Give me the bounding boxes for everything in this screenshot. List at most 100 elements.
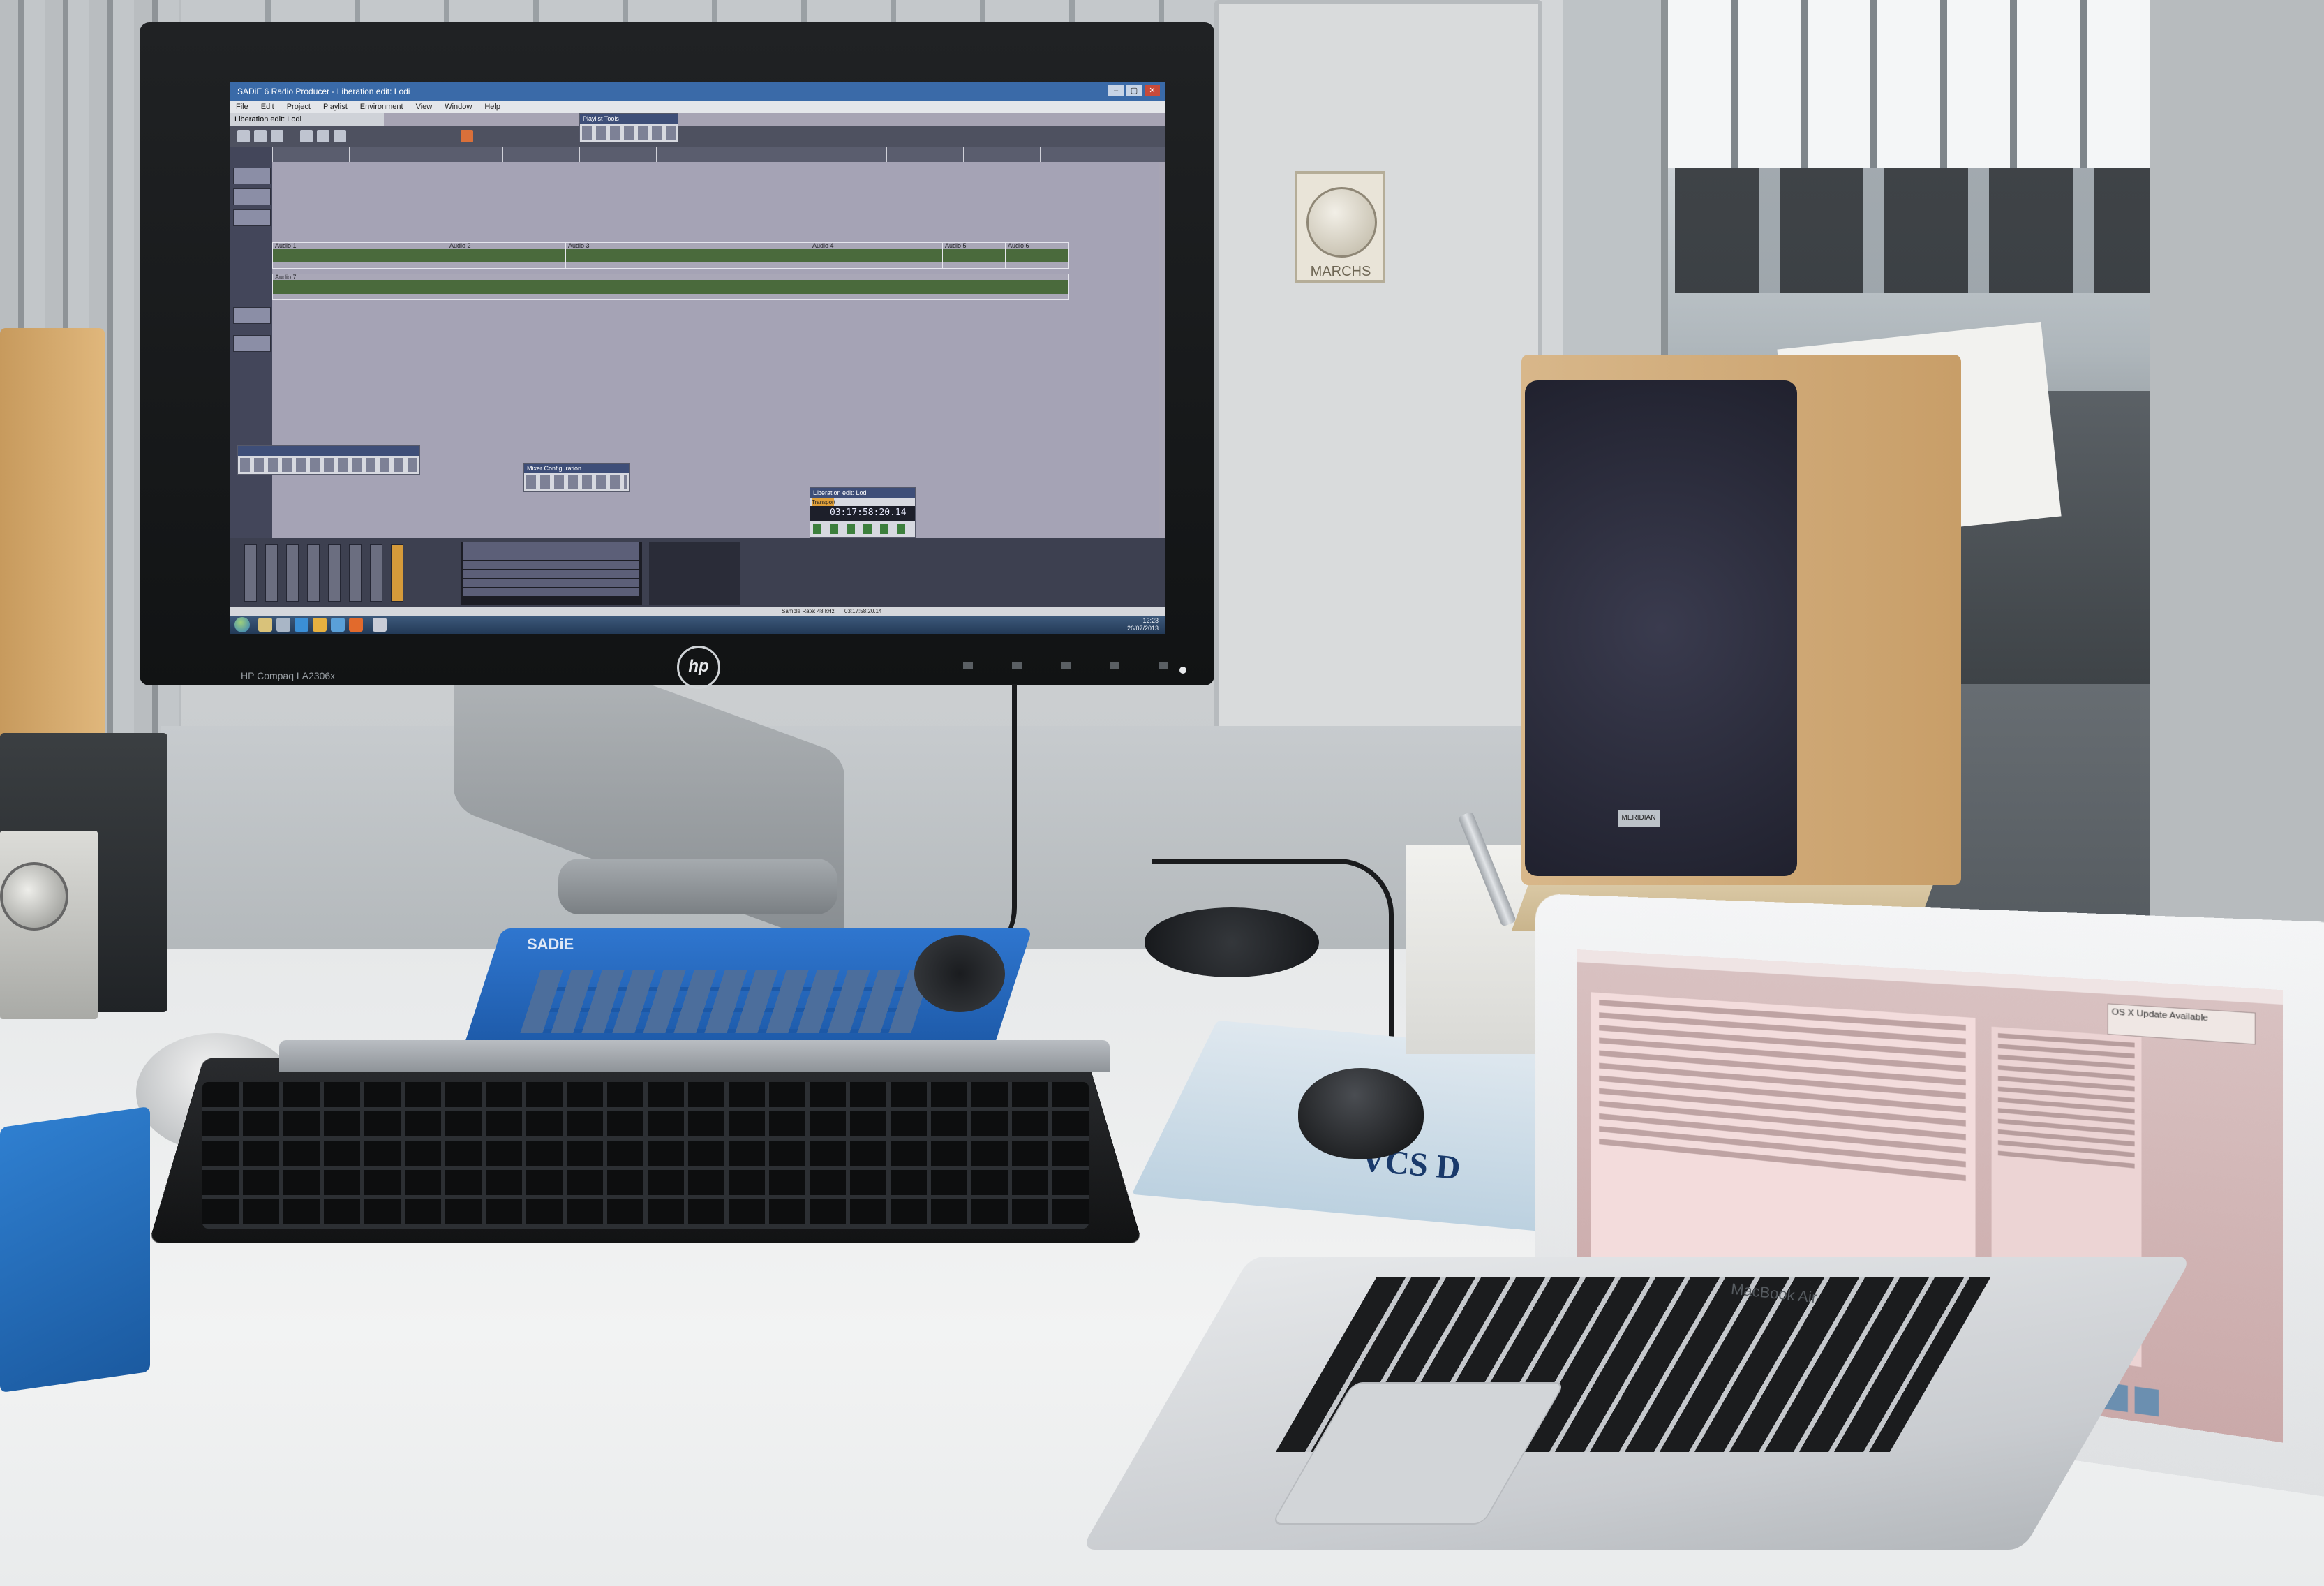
menu-playlist[interactable]: Playlist [323, 101, 348, 113]
audio-clip[interactable]: Audio 7 [272, 274, 1069, 300]
transport-tab[interactable]: Transport [812, 498, 835, 506]
audio-clip[interactable]: Audio 1 [272, 242, 448, 269]
media-icon[interactable] [276, 618, 290, 632]
firefox-icon[interactable] [349, 618, 363, 632]
monitor-model-label: HP Compaq LA2306x [241, 670, 336, 681]
menu-environment[interactable]: Environment [360, 101, 403, 113]
project-tab[interactable]: Liberation edit: Lodi [230, 113, 384, 126]
fader[interactable] [286, 544, 299, 602]
tool-icon[interactable] [237, 130, 250, 142]
track-headers [230, 147, 272, 538]
track-header[interactable] [233, 188, 271, 205]
folder-icon[interactable] [258, 618, 272, 632]
menu-file[interactable]: File [236, 101, 248, 113]
fader[interactable] [349, 544, 362, 602]
switch-knob [1306, 187, 1377, 258]
tool-icon[interactable] [300, 130, 313, 142]
monitor-base [558, 859, 837, 914]
panel-title: Mixer Configuration [524, 464, 629, 473]
monitor-buttons[interactable] [963, 662, 1172, 669]
status-time: 03:17:58:20.14 [844, 608, 882, 614]
amplifier-knob [0, 862, 68, 931]
door-panel [1214, 0, 1542, 733]
transport-panel: Liberation edit: Lodi Transport 03:17:58… [810, 487, 916, 538]
cut-icon[interactable] [461, 130, 473, 142]
menu-bar: File Edit Project Playlist Environment V… [230, 101, 1165, 113]
app-title: SADiE 6 Radio Producer - Liberation edit… [237, 87, 410, 96]
fader[interactable] [307, 544, 320, 602]
transport-buttons[interactable] [813, 524, 911, 534]
monitor-screen: SADiE 6 Radio Producer - Liberation edit… [230, 82, 1165, 634]
track-header[interactable] [233, 307, 271, 324]
audio-clip[interactable]: Audio 4 [810, 242, 944, 269]
window-controls: – ▢ ✕ [1108, 85, 1160, 96]
playlist-tools-panel: Playlist Tools [579, 113, 678, 142]
office-ceiling [1668, 0, 2150, 168]
maximize-button[interactable]: ▢ [1126, 85, 1142, 96]
file-list[interactable] [461, 542, 642, 605]
panel-title [238, 446, 419, 456]
fader[interactable] [244, 544, 257, 602]
left-console [0, 1106, 150, 1393]
menu-view[interactable]: View [416, 101, 433, 113]
tool-icon[interactable] [317, 130, 329, 142]
audio-clip[interactable]: Audio 6 [1005, 242, 1069, 269]
keyboard-top-strip [279, 1040, 1110, 1072]
ie-icon[interactable] [295, 618, 308, 632]
audio-clip[interactable]: Audio 3 [565, 242, 811, 269]
power-led-icon [1179, 667, 1186, 674]
fader[interactable] [328, 544, 341, 602]
speaker-grille [1525, 380, 1797, 876]
track-header[interactable] [233, 168, 271, 184]
mixer-configuration-panel: Mixer Configuration [523, 463, 630, 492]
hp-logo: hp [677, 646, 720, 689]
windows-start-icon[interactable] [234, 617, 250, 632]
explorer-icon[interactable] [313, 618, 327, 632]
toolbar [230, 126, 1165, 147]
tool-icon[interactable] [271, 130, 283, 142]
controller-label: SADiE [527, 935, 574, 953]
menu-window[interactable]: Window [445, 101, 472, 113]
timeline-ruler[interactable] [272, 147, 1165, 162]
office-monitors [1675, 168, 2150, 293]
taskbar: 12:23 26/07/2013 [230, 616, 1165, 634]
track-header[interactable] [233, 209, 271, 226]
app-titlebar: SADiE 6 Radio Producer - Liberation edit… [230, 82, 1165, 101]
minimize-button[interactable]: – [1108, 85, 1124, 96]
menu-help[interactable]: Help [484, 101, 500, 113]
audio-clip[interactable]: Audio 5 [942, 242, 1006, 269]
panel-title: Playlist Tools [580, 114, 678, 124]
sample-rate: Sample Rate: 48 kHz [782, 608, 835, 614]
clock-date: 26/07/2013 [1126, 625, 1159, 632]
track-header[interactable] [233, 335, 271, 352]
transport-title: Liberation edit: Lodi [810, 488, 915, 498]
keyboard-keys [202, 1082, 1089, 1229]
bin-list[interactable] [649, 542, 740, 605]
edit-area[interactable]: Audio 1 Audio 2 Audio 3 Audio 4 Audio 5 … [272, 162, 1159, 553]
app-icon[interactable] [331, 618, 345, 632]
panel-icons[interactable] [582, 126, 676, 140]
transport-time: 03:17:58:20.14 [830, 507, 907, 518]
status-bar: Sample Rate: 48 kHz 03:17:58:20.14 [230, 607, 1165, 616]
controller-keys [520, 970, 932, 1033]
switch-brand: MARCHS [1310, 264, 1371, 279]
audio-clip[interactable]: Audio 2 [447, 242, 567, 269]
tool-icon[interactable] [254, 130, 267, 142]
sadie-icon[interactable] [373, 618, 387, 632]
left-speaker [0, 328, 105, 775]
menu-project[interactable]: Project [287, 101, 311, 113]
clock-time: 12:23 [1142, 617, 1159, 624]
cable [928, 684, 1017, 963]
tools-panel [237, 445, 420, 475]
panel-icons[interactable] [526, 475, 627, 489]
fader[interactable] [370, 544, 382, 602]
system-clock[interactable]: 12:23 26/07/2013 [1127, 617, 1159, 632]
speaker-badge: MERIDIAN [1618, 810, 1660, 827]
mouse [1298, 1068, 1424, 1159]
fader[interactable] [265, 544, 278, 602]
close-button[interactable]: ✕ [1145, 85, 1160, 96]
tool-icon[interactable] [334, 130, 346, 142]
menu-edit[interactable]: Edit [261, 101, 274, 113]
fader[interactable] [391, 544, 403, 602]
panel-icons[interactable] [240, 458, 417, 472]
